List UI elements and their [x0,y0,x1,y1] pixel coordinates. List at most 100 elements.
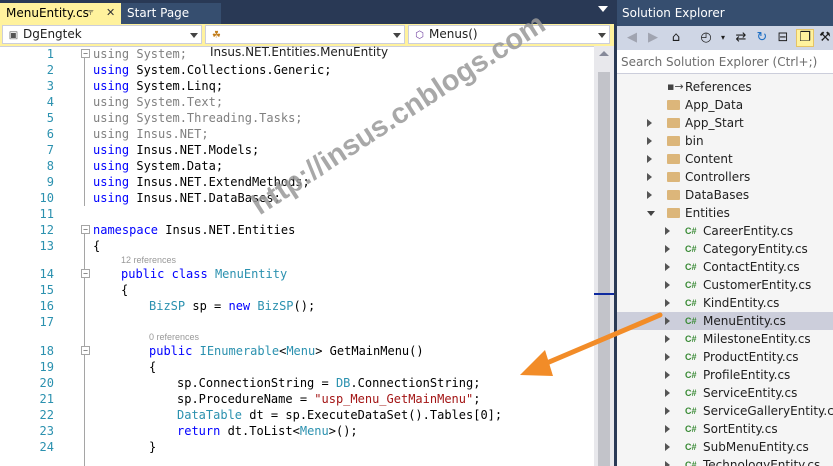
show-all-files-icon[interactable]: ❐ [796,29,814,47]
code-line: 17 [0,314,594,330]
tab-overflow-icon[interactable] [598,6,608,12]
csharp-file-icon: C# [685,406,697,416]
collapse-icon[interactable]: − [81,49,90,58]
collapse-icon[interactable]: − [81,225,90,234]
scrollbar-thumb[interactable] [598,72,610,466]
code-token: BizSP [149,299,186,313]
expand-arrow-icon[interactable] [665,461,670,466]
code-token: public [121,267,165,281]
tree-item[interactable]: C# MenuEntity.cs [617,312,833,330]
tree-item[interactable]: C# MilestoneEntity.cs [617,330,833,348]
code-token: using [93,143,130,157]
tree-item[interactable]: Entities [617,204,833,222]
expand-arrow-icon[interactable] [665,443,670,451]
code-area[interactable]: 1− using System; 2 using System.Collection… [0,46,594,466]
history-icon[interactable]: ◴ [697,29,715,47]
tree-item[interactable]: C# ProfileEntity.cs [617,366,833,384]
code-editor[interactable]: MenuEntity.cs ⫧ ✕ Start Page ▣ DgEngtek ☘… [0,0,614,466]
line-number: 15 [39,283,54,297]
expand-arrow-icon[interactable] [665,245,670,253]
chevron-down-icon[interactable]: ▾ [714,29,732,47]
tree-item[interactable]: Controllers [617,168,833,186]
tree-item-label: ProfileEntity.cs [703,368,791,382]
expand-arrow-icon[interactable] [665,425,670,433]
tree-item[interactable]: C# KindEntity.cs [617,294,833,312]
expand-arrow-icon[interactable] [647,155,652,163]
tree-item-label: KindEntity.cs [703,296,780,310]
csharp-file-icon: C# [685,298,697,308]
expand-arrow-icon[interactable] [647,119,652,127]
home-icon[interactable]: ⌂ [667,29,685,47]
back-icon[interactable]: ◀ [623,29,641,47]
tree-item-label: CustomerEntity.cs [703,278,812,292]
expanded-arrow-icon[interactable] [647,211,655,216]
tree-item[interactable]: C# ServiceEntity.cs [617,384,833,402]
properties-icon[interactable]: ⚒ [816,29,833,47]
tree-item-label: ProductEntity.cs [703,350,799,364]
line-number: 12 [39,223,54,237]
tree-item[interactable]: C# ContactEntity.cs [617,258,833,276]
code-token: using [93,95,130,109]
expand-arrow-icon[interactable] [647,137,652,145]
expand-arrow-icon[interactable] [665,353,670,361]
close-icon[interactable]: ✕ [106,3,115,23]
expand-arrow-icon[interactable] [665,281,670,289]
code-token: Menu [299,424,329,438]
caret-position-marker [594,293,614,295]
tree-item[interactable]: C# CategoryEntity.cs [617,240,833,258]
line-number: 19 [39,360,54,374]
expand-arrow-icon[interactable] [665,371,670,379]
csharp-file-icon: C# [685,442,697,452]
expand-arrow-icon[interactable] [665,227,670,235]
vertical-scrollbar[interactable] [594,46,614,466]
tree-item[interactable]: App_Data [617,96,833,114]
sync-icon[interactable]: ⇄ [732,29,750,47]
tree-item[interactable]: C# CareerEntity.cs [617,222,833,240]
tree-item[interactable]: App_Start [617,114,833,132]
tree-item[interactable]: DataBases [617,186,833,204]
chevron-down-icon [598,33,606,38]
tree-item[interactable]: C# CustomerEntity.cs [617,276,833,294]
expand-arrow-icon[interactable] [665,299,670,307]
code-token: using [93,191,130,205]
code-token: { [93,239,101,253]
tree-item-label: App_Start [685,116,744,130]
project-dropdown[interactable]: ▣ DgEngtek [2,25,202,44]
tree-item[interactable]: C# ServiceGalleryEntity.cs [617,402,833,420]
line-number: 21 [39,392,54,406]
chevron-down-icon [393,33,401,38]
tree-item[interactable]: bin [617,132,833,150]
code-line: 4 using System.Text; [0,94,594,110]
expand-arrow-icon[interactable] [665,407,670,415]
pin-icon[interactable]: ⫧ [88,3,94,23]
code-line: 15 { [0,282,594,298]
forward-icon[interactable]: ▶ [644,29,662,47]
scroll-up-icon[interactable] [599,51,609,56]
code-token: using [93,79,130,93]
refresh-icon[interactable]: ↻ [753,29,771,47]
expand-arrow-icon[interactable] [665,317,670,325]
expand-arrow-icon[interactable] [665,263,670,271]
collapse-icon[interactable]: − [81,269,90,278]
tree-item-label: App_Data [685,98,744,112]
tree-item[interactable]: Content [617,150,833,168]
expand-arrow-icon[interactable] [665,335,670,343]
collapse-all-icon[interactable]: ⊟ [774,29,792,47]
tab-menuentity[interactable]: MenuEntity.cs ⫧ ✕ [0,3,121,24]
tree-item[interactable]: C# TechnologyEntity.cs [617,456,833,466]
expand-arrow-icon[interactable] [647,191,652,199]
code-token: public [149,344,193,358]
code-line: 22 DataTable dt = sp.ExecuteDataSet().Tab… [0,407,594,423]
tree-item[interactable]: ▪→ References [617,78,833,96]
collapse-icon[interactable]: − [81,346,90,355]
type-dropdown[interactable]: ☘Insus.NET.Entities.MenuEntity [205,25,405,59]
tab-start-page[interactable]: Start Page [121,3,221,24]
expand-arrow-icon[interactable] [647,173,652,181]
csharp-file-icon: C# [685,226,697,236]
expand-arrow-icon[interactable] [665,389,670,397]
tree-item[interactable]: C# SortEntity.cs [617,420,833,438]
tree-item[interactable]: C# ProductEntity.cs [617,348,833,366]
tree-item[interactable]: C# SubMenuEntity.cs [617,438,833,456]
solution-explorer-search[interactable]: Search Solution Explorer (Ctrl+;) [617,50,833,74]
